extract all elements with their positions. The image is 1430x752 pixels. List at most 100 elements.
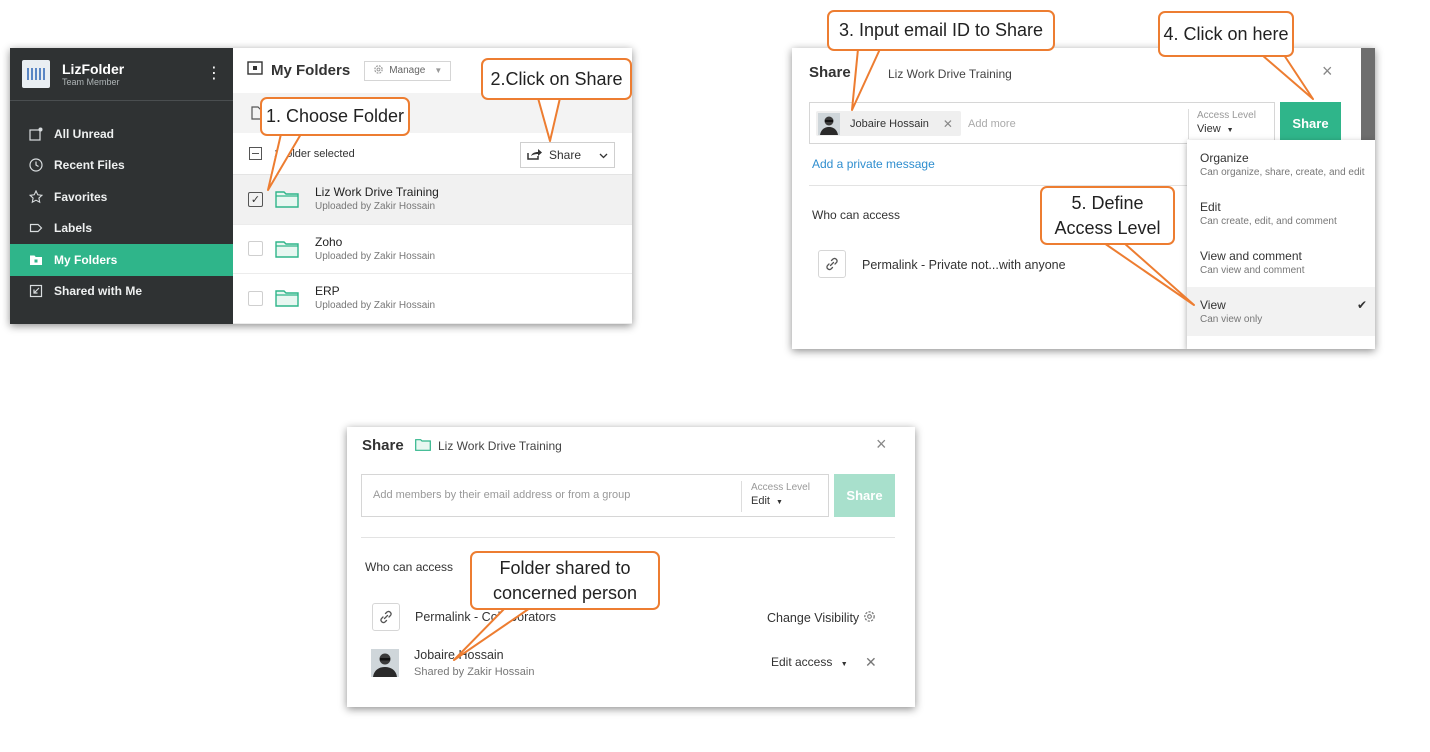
chevron-down-icon xyxy=(599,148,608,162)
change-visibility-label: Change Visibility xyxy=(767,611,860,625)
share-button[interactable]: Share xyxy=(520,142,615,168)
row-checkbox[interactable]: ✓ xyxy=(248,191,263,207)
folder-row[interactable]: Zoho Uploaded by Zakir Hossain xyxy=(233,225,632,274)
remove-member-icon[interactable]: ✕ xyxy=(865,655,877,669)
callout-step-5: 5. Define Access Level xyxy=(1040,186,1175,245)
access-level-label: Access Level xyxy=(751,482,810,493)
chevron-down-icon: ▼ xyxy=(434,66,443,75)
sidebar-item-all-unread[interactable]: All Unread xyxy=(10,118,233,150)
share-submit-button[interactable]: Share xyxy=(1280,102,1341,144)
row-checkbox[interactable] xyxy=(248,241,263,257)
email-input[interactable]: Add members by their email address or fr… xyxy=(361,474,829,517)
callout-step-4: 4. Click on here xyxy=(1158,11,1294,57)
dialog-title: Share xyxy=(362,437,404,454)
folder-uploader: Uploaded by Zakir Hossain xyxy=(315,201,436,213)
access-level-value: Edit xyxy=(751,495,770,507)
app-logo-icon xyxy=(22,60,50,88)
deselect-checkbox[interactable] xyxy=(249,147,262,160)
shared-icon xyxy=(28,283,44,299)
selection-count: 1 folder selected xyxy=(274,147,355,160)
menu-item-view-and-comment[interactable]: View and comment Can view and comment xyxy=(1187,238,1375,287)
folder-icon xyxy=(28,252,44,268)
access-level-select[interactable]: Access Level View ▼ xyxy=(1188,109,1256,139)
sidebar-item-shared-with-me[interactable]: Shared with Me xyxy=(10,276,233,308)
sidebar-item-label: My Folders xyxy=(54,252,118,267)
edit-access-label: Edit access xyxy=(771,655,833,669)
dialog-folder-name: Liz Work Drive Training xyxy=(438,439,562,453)
divider xyxy=(361,537,895,538)
folder-name: Zoho xyxy=(315,234,343,249)
edit-access-dropdown[interactable]: Edit access ▼ xyxy=(771,655,848,669)
folder-row[interactable]: ✓ Liz Work Drive Training Uploaded by Za… xyxy=(233,175,632,225)
share-icon xyxy=(527,148,542,163)
dialog-title: Share xyxy=(809,64,851,81)
callout-step-2: 2.Click on Share xyxy=(481,58,632,100)
dialog-folder-name: Liz Work Drive Training xyxy=(888,67,1012,81)
gear-icon xyxy=(863,610,876,626)
brand: LizFolder Team Member xyxy=(22,60,124,88)
avatar xyxy=(818,112,840,135)
folder-list: ✓ Liz Work Drive Training Uploaded by Za… xyxy=(233,175,632,324)
menu-item-edit[interactable]: Edit Can create, edit, and comment xyxy=(1187,189,1375,238)
access-level-label: Access Level xyxy=(1197,110,1256,121)
email-input[interactable]: Jobaire Hossain ✕ Add more Access Level … xyxy=(809,102,1275,144)
close-icon[interactable]: × xyxy=(1322,62,1333,80)
callout-text: Folder shared to concerned person xyxy=(492,557,638,603)
folder-name: Liz Work Drive Training xyxy=(315,185,439,200)
star-icon xyxy=(28,189,44,205)
avatar xyxy=(371,649,399,677)
menu-item-desc: Can view only xyxy=(1200,314,1263,325)
who-can-access-heading: Who can access xyxy=(365,560,454,574)
folder-icon xyxy=(275,290,299,307)
menu-item-view[interactable]: View Can view only ✔ xyxy=(1187,287,1375,336)
sidebar-nav: All Unread Recent Files Favorites Labels xyxy=(10,118,233,307)
callout-text: 5. Define Access Level xyxy=(1054,192,1161,238)
menu-item-desc: Can view and comment xyxy=(1200,265,1305,276)
link-icon xyxy=(372,603,400,631)
remove-chip-icon[interactable]: ✕ xyxy=(943,117,953,131)
permalink-text: Permalink - Private not...with anyone xyxy=(862,258,1066,272)
sidebar-item-label: Labels xyxy=(54,221,93,236)
callout-text: 4. Click on here xyxy=(1163,23,1289,44)
callout-result: Folder shared to concerned person xyxy=(470,551,660,610)
page-title: My Folders xyxy=(271,62,351,79)
sidebar-item-favorites[interactable]: Favorites xyxy=(10,181,233,213)
menu-item-desc: Can organize, share, create, and edit xyxy=(1200,167,1365,178)
person-shared-by: Shared by Zakir Hossain xyxy=(414,666,535,678)
add-private-message-link[interactable]: Add a private message xyxy=(812,157,935,171)
change-visibility-button[interactable]: Change Visibility xyxy=(767,610,876,626)
share-submit-button[interactable]: Share xyxy=(834,474,895,517)
menu-item-name: Organize xyxy=(1200,151,1249,165)
sidebar-item-labels[interactable]: Labels xyxy=(10,213,233,245)
recipient-chip: Jobaire Hossain ✕ xyxy=(816,111,961,136)
sidebar-item-recent-files[interactable]: Recent Files xyxy=(10,150,233,182)
close-icon[interactable]: × xyxy=(876,435,887,453)
callout-step-1: 1. Choose Folder xyxy=(260,97,410,136)
chevron-down-icon: ▼ xyxy=(775,499,783,506)
app-name: LizFolder xyxy=(62,60,125,77)
user-role: Team Member xyxy=(62,76,120,87)
folder-header-icon xyxy=(247,61,263,80)
who-can-access-heading: Who can access xyxy=(812,208,901,222)
access-level-select[interactable]: Access Level Edit ▼ xyxy=(741,481,810,512)
sidebar-divider xyxy=(10,100,233,101)
unread-icon xyxy=(28,126,44,142)
share-label: Share xyxy=(548,148,582,162)
chevron-down-icon: ▼ xyxy=(840,661,848,668)
add-more-placeholder: Add more xyxy=(968,118,1016,130)
row-checkbox[interactable] xyxy=(248,290,263,306)
sidebar-item-label: Recent Files xyxy=(54,158,125,173)
kebab-menu-icon[interactable]: ⋮ xyxy=(206,66,222,82)
permalink-text: Permalink - Collaborators xyxy=(415,610,557,624)
manage-button[interactable]: Manage ▼ xyxy=(364,60,452,81)
email-input-placeholder: Add members by their email address or fr… xyxy=(373,489,631,501)
gear-icon xyxy=(373,64,384,78)
sidebar-item-my-folders[interactable]: My Folders xyxy=(10,244,233,276)
sidebar: LizFolder Team Member ⋮ All Unread Recen… xyxy=(10,48,233,324)
folder-row[interactable]: ERP Uploaded by Zakir Hossain xyxy=(233,274,632,324)
chevron-down-icon: ▼ xyxy=(1226,127,1234,134)
callout-step-3: 3. Input email ID to Share xyxy=(827,10,1055,51)
sidebar-item-label: All Unread xyxy=(54,126,115,141)
menu-item-name: View xyxy=(1200,298,1226,312)
menu-item-organize[interactable]: Organize Can organize, share, create, an… xyxy=(1187,140,1375,189)
